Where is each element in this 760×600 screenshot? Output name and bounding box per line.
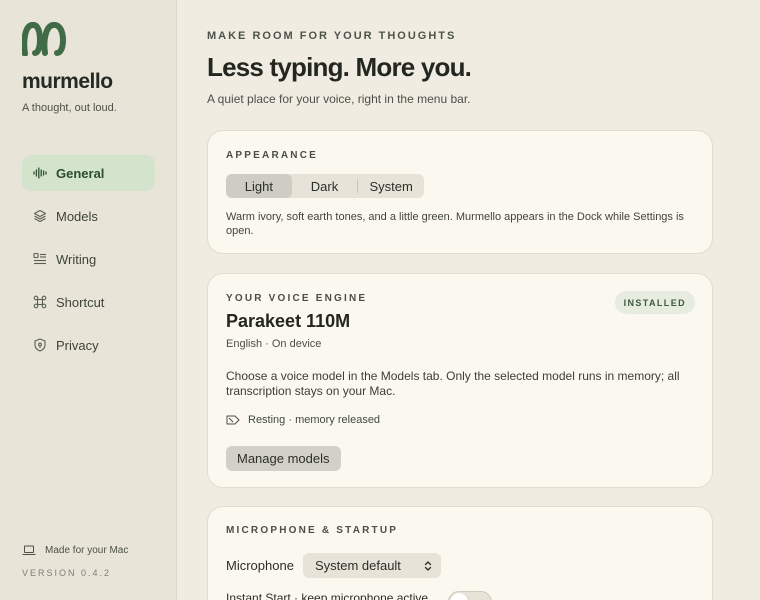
engine-title: Parakeet 110M <box>226 311 351 331</box>
sidebar-item-shortcut[interactable]: Shortcut <box>22 284 155 320</box>
manage-models-button[interactable]: Manage models <box>226 446 341 471</box>
sidebar-item-label: General <box>56 165 105 181</box>
page-eyebrow: MAKE ROOM FOR YOUR THOUGHTS <box>207 30 457 42</box>
appearance-description: Warm ivory, soft earth tones, and a litt… <box>226 211 684 237</box>
text-lines-icon <box>33 252 47 266</box>
laptop-icon <box>22 545 36 555</box>
layers-icon <box>33 209 47 223</box>
made-for-label: Made for your Mac <box>45 545 129 556</box>
app-tagline: A thought, out loud. <box>22 102 117 114</box>
sidebar-item-privacy[interactable]: Privacy <box>22 327 155 363</box>
status-badge: INSTALLED <box>614 291 695 314</box>
shield-icon <box>33 338 47 352</box>
chevron-up-down-icon <box>424 560 432 571</box>
main-content: MAKE ROOM FOR YOUR THOUGHTS Less typing.… <box>207 0 713 600</box>
waveform-icon <box>33 166 47 180</box>
sidebar-item-label: Privacy <box>56 337 99 353</box>
instant-start-toggle[interactable] <box>448 591 492 600</box>
sidebar-item-general[interactable]: General <box>22 155 155 191</box>
engine-status-text: Resting · memory released <box>248 414 381 426</box>
version-label: VERSION 0.4.2 <box>22 568 112 578</box>
appearance-segmented-control: Light Dark System <box>226 174 424 198</box>
page-title: Less typing. More you. <box>207 52 472 82</box>
appearance-card: APPEARANCE Light Dark System Warm ivory,… <box>207 130 713 254</box>
appearance-label: APPEARANCE <box>226 150 319 161</box>
voice-engine-card: YOUR VOICE ENGINE INSTALLED Parakeet 110… <box>207 273 713 488</box>
sidebar: murmello A thought, out loud. General Mo… <box>0 0 177 600</box>
microphone-select-value: System default <box>314 558 401 573</box>
page-subtitle: A quiet place for your voice, right in t… <box>207 92 471 106</box>
engine-description: Choose a voice model in the Models tab. … <box>226 369 680 398</box>
microphone-startup-label: MICROPHONE & STARTUP <box>226 525 399 536</box>
command-icon <box>33 295 47 309</box>
murmello-logo-icon <box>22 22 66 56</box>
microphone-row: Microphone System default <box>226 553 441 578</box>
microphone-startup-card: MICROPHONE & STARTUP Microphone System d… <box>207 506 713 600</box>
microphone-select[interactable]: System default <box>302 553 441 578</box>
sidebar-item-label: Writing <box>56 251 97 267</box>
instant-start-label: Instant Start · keep microphone active <box>226 591 429 600</box>
made-for-mac: Made for your Mac <box>22 545 128 556</box>
appearance-option-light[interactable]: Light <box>226 174 292 198</box>
sidebar-nav: General Models Writing Shortcut Privacy <box>22 155 155 370</box>
sidebar-item-models[interactable]: Models <box>22 198 155 234</box>
toggle-knob <box>450 593 468 600</box>
app-name: murmello <box>22 70 113 93</box>
sidebar-item-writing[interactable]: Writing <box>22 241 155 277</box>
engine-meta: English · On device <box>226 338 322 350</box>
sidebar-item-label: Models <box>56 208 98 224</box>
sleep-icon <box>226 415 240 425</box>
voice-engine-label: YOUR VOICE ENGINE <box>226 293 368 304</box>
engine-status: Resting · memory released <box>226 414 380 426</box>
appearance-option-system[interactable]: System <box>358 174 424 198</box>
sidebar-item-label: Shortcut <box>56 294 105 310</box>
microphone-label: Microphone <box>226 558 294 573</box>
appearance-option-dark[interactable]: Dark <box>292 174 358 198</box>
